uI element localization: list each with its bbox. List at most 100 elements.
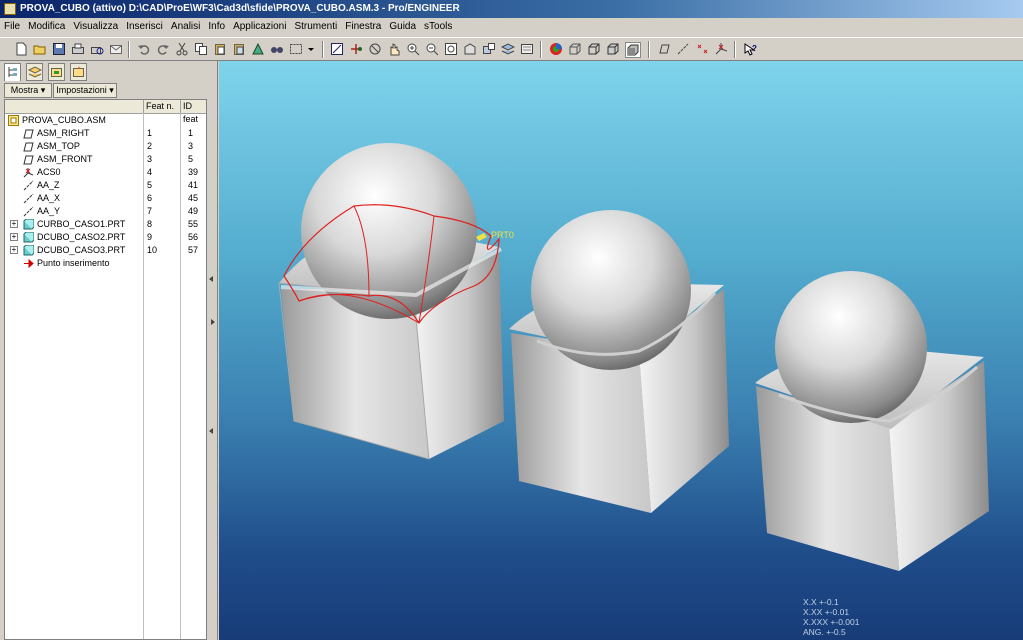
chevron-left-icon[interactable] bbox=[209, 276, 213, 282]
menu-stools[interactable]: sTools bbox=[420, 21, 456, 32]
tree-header: Feat n. ID feat bbox=[5, 100, 206, 124]
tree-item[interactable]: Punto inserimento bbox=[5, 257, 206, 270]
menu-tools[interactable]: Strumenti bbox=[290, 21, 341, 32]
menu-info[interactable]: Info bbox=[204, 21, 229, 32]
main-toolbar: ? bbox=[0, 37, 1023, 61]
tree-item[interactable]: ASM_RIGHT 1 1 bbox=[5, 127, 206, 140]
datum-plane-icon bbox=[23, 128, 34, 139]
email-icon[interactable] bbox=[109, 42, 123, 56]
chevron-right-icon[interactable] bbox=[211, 319, 215, 325]
datum-label: PRT0 bbox=[491, 230, 514, 240]
shading-icon[interactable] bbox=[625, 42, 641, 58]
part-dcubo-caso2[interactable] bbox=[509, 210, 729, 513]
datum-points-icon[interactable] bbox=[695, 42, 709, 56]
tree-root-label: PROVA_CUBO.ASM bbox=[22, 115, 106, 125]
menu-analysis[interactable]: Analisi bbox=[167, 21, 204, 32]
tab-layer-tree[interactable] bbox=[26, 63, 43, 81]
print-icon[interactable] bbox=[71, 42, 85, 56]
wireframe-icon[interactable] bbox=[606, 42, 620, 56]
new-file-icon[interactable] bbox=[14, 42, 28, 56]
part-icon bbox=[23, 244, 35, 256]
datum-axes-icon[interactable] bbox=[676, 42, 690, 56]
menu-help[interactable]: Guida bbox=[385, 21, 420, 32]
no-hidden-icon[interactable] bbox=[587, 42, 601, 56]
layers-icon[interactable] bbox=[501, 42, 515, 56]
tolerance-legend: X.X +-0.1 X.XX +-0.01 X.XXX +-0.001 ANG.… bbox=[803, 597, 860, 637]
expand-toggle[interactable]: + bbox=[10, 246, 18, 254]
menu-edit[interactable]: Modifica bbox=[24, 21, 69, 32]
tree-item[interactable]: + DCUBO_CASO3.PRT 10 57 bbox=[5, 244, 206, 257]
datum-plane-icon bbox=[23, 141, 34, 152]
tab-favorites[interactable] bbox=[70, 63, 87, 81]
refit-icon[interactable] bbox=[444, 42, 458, 56]
tree-item[interactable]: + DCUBO_CASO2.PRT 9 56 bbox=[5, 231, 206, 244]
tree-column-feat-id[interactable]: ID feat bbox=[180, 100, 206, 124]
show-dropdown[interactable]: Mostra ▾ bbox=[4, 83, 52, 98]
spin-center-icon[interactable] bbox=[349, 42, 363, 56]
graphics-window[interactable]: PRT0 X.X +-0.1 X.XX +-0.01 X.XXX +-0.001… bbox=[219, 61, 1023, 640]
print-preview-icon[interactable] bbox=[90, 42, 104, 56]
tree-item[interactable]: AA_X 6 45 bbox=[5, 192, 206, 205]
zoom-in-icon[interactable] bbox=[406, 42, 420, 56]
app-icon bbox=[4, 3, 16, 15]
undo-icon[interactable] bbox=[137, 42, 151, 56]
tree-item[interactable]: AA_Y 7 49 bbox=[5, 205, 206, 218]
tree-item[interactable]: AA_Z 5 41 bbox=[5, 179, 206, 192]
view-manager-icon[interactable] bbox=[463, 42, 477, 56]
assembly-icon bbox=[8, 115, 19, 126]
tree-item[interactable]: ACS0 4 39 bbox=[5, 166, 206, 179]
select-box-icon[interactable] bbox=[289, 42, 303, 56]
tree-item[interactable]: + CURBO_CASO1.PRT 8 55 bbox=[5, 218, 206, 231]
paste-icon[interactable] bbox=[213, 42, 227, 56]
part-icon bbox=[23, 231, 35, 243]
repaint-icon[interactable] bbox=[330, 42, 344, 56]
hidden-line-icon[interactable] bbox=[568, 42, 582, 56]
menu-file[interactable]: File bbox=[0, 21, 24, 32]
menu-insert[interactable]: Inserisci bbox=[122, 21, 167, 32]
model-tree[interactable]: Feat n. ID feat PROVA_CUBO.ASM ASM_RIGHT… bbox=[4, 99, 207, 640]
orient-icon[interactable] bbox=[368, 42, 382, 56]
appearance-icon[interactable] bbox=[520, 42, 534, 56]
paste-special-icon[interactable] bbox=[232, 42, 246, 56]
regenerate-icon[interactable] bbox=[251, 42, 265, 56]
menu-view[interactable]: Visualizza bbox=[69, 21, 122, 32]
tree-column-name[interactable] bbox=[5, 100, 143, 113]
tree-item[interactable]: ASM_FRONT 3 5 bbox=[5, 153, 206, 166]
settings-dropdown[interactable]: Impostazioni ▾ bbox=[53, 83, 117, 98]
chevron-down-icon[interactable] bbox=[306, 42, 316, 56]
expand-toggle[interactable]: + bbox=[10, 220, 18, 228]
window-title-bar[interactable]: PROVA_CUBO (attivo) D:\CAD\ProE\WF3\Cad3… bbox=[0, 0, 1023, 18]
tab-model-tree[interactable] bbox=[4, 63, 21, 81]
whats-this-icon[interactable]: ? bbox=[743, 42, 757, 56]
cut-icon[interactable] bbox=[175, 42, 189, 56]
csys-icon[interactable] bbox=[714, 42, 728, 56]
datum-planes-icon[interactable] bbox=[657, 42, 671, 56]
copy-icon[interactable] bbox=[194, 42, 208, 56]
datum-axis-icon bbox=[23, 180, 34, 191]
csys-icon bbox=[23, 167, 34, 178]
datum-axis-icon bbox=[23, 206, 34, 217]
tree-item[interactable]: ASM_TOP 2 3 bbox=[5, 140, 206, 153]
pane-splitter[interactable] bbox=[207, 61, 218, 640]
tree-root[interactable]: PROVA_CUBO.ASM bbox=[5, 114, 206, 127]
save-icon[interactable] bbox=[52, 42, 66, 56]
pan-hand-icon[interactable] bbox=[387, 42, 401, 56]
redo-icon[interactable] bbox=[156, 42, 170, 56]
part-curbo-caso1[interactable]: PRT0 bbox=[278, 143, 514, 460]
find-icon[interactable] bbox=[270, 42, 284, 56]
menu-applications[interactable]: Applicazioni bbox=[229, 21, 290, 32]
insert-arrow-icon bbox=[23, 258, 34, 269]
svg-text:?: ? bbox=[752, 44, 757, 53]
open-folder-icon[interactable] bbox=[33, 42, 47, 56]
chevron-left-icon[interactable] bbox=[209, 428, 213, 434]
expand-toggle[interactable]: + bbox=[10, 233, 18, 241]
saved-views-icon[interactable] bbox=[482, 42, 496, 56]
window-title: PROVA_CUBO (attivo) D:\CAD\ProE\WF3\Cad3… bbox=[20, 3, 460, 14]
zoom-out-icon[interactable] bbox=[425, 42, 439, 56]
tab-folder-browser[interactable] bbox=[48, 63, 65, 81]
chevron-down-icon: ▾ bbox=[40, 85, 46, 95]
menu-window[interactable]: Finestra bbox=[341, 21, 385, 32]
tree-column-feat-n[interactable]: Feat n. bbox=[143, 100, 180, 113]
part-dcubo-caso3[interactable] bbox=[755, 271, 989, 571]
color-wheel-icon[interactable] bbox=[549, 42, 563, 56]
